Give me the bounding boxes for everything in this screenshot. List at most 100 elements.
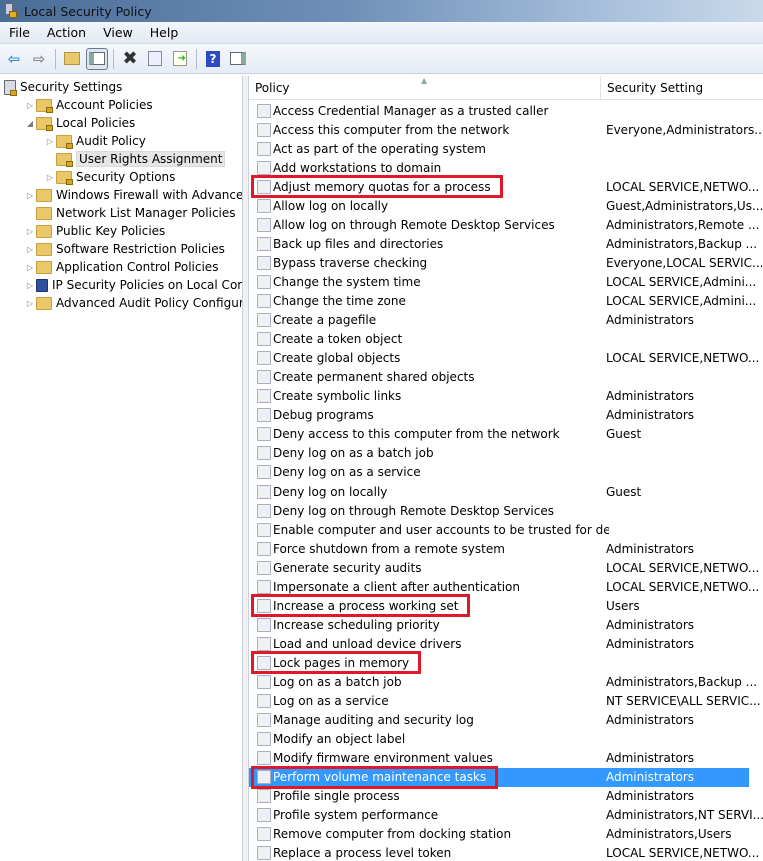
- policy-row[interactable]: Profile system performance Administrators…: [249, 806, 763, 825]
- tree-item[interactable]: ▷ Account Policies: [24, 96, 153, 114]
- policy-row[interactable]: Back up files and directories Administrat…: [249, 234, 757, 253]
- column-header-policy[interactable]: Policy ▲: [249, 76, 601, 100]
- policy-icon: [257, 713, 271, 728]
- policy-row[interactable]: Bypass traverse checking Everyone,LOCAL S…: [249, 253, 763, 272]
- policy-row[interactable]: Create permanent shared objects: [249, 368, 749, 387]
- policy-row[interactable]: Deny log on locally Guest: [249, 482, 749, 501]
- expand-arrow-icon[interactable]: ▷: [24, 299, 36, 308]
- tree-item[interactable]: Network List Manager Policies: [24, 204, 236, 222]
- policy-row[interactable]: Remove computer from docking station Admi…: [249, 825, 749, 844]
- expand-arrow-icon[interactable]: ▷: [24, 263, 36, 272]
- policy-row[interactable]: Change the time zone LOCAL SERVICE,Admini…: [249, 292, 756, 311]
- expand-arrow-icon[interactable]: ◢: [24, 119, 36, 128]
- policy-row[interactable]: Force shutdown from a remote system Admin…: [249, 539, 749, 558]
- folder-icon: [36, 260, 52, 274]
- policy-row[interactable]: Add workstations to domain: [249, 158, 749, 177]
- policy-row[interactable]: Create global objects LOCAL SERVICE,NETWO…: [249, 349, 759, 368]
- expand-arrow-icon[interactable]: ▷: [24, 191, 36, 200]
- security-setting: Guest: [606, 427, 642, 442]
- expand-arrow-icon[interactable]: ▷: [24, 227, 36, 236]
- policy-name: Bypass traverse checking: [273, 255, 428, 270]
- policy-row[interactable]: Allow log on through Remote Desktop Serv…: [249, 215, 759, 234]
- tree-item[interactable]: ▷ Windows Firewall with Advanced Secu: [24, 186, 242, 204]
- policy-name: Allow log on locally: [273, 198, 389, 213]
- policy-row[interactable]: Deny log on through Remote Desktop Servi…: [249, 501, 749, 520]
- tree-item[interactable]: ▷ Advanced Audit Policy Configuration: [24, 294, 242, 312]
- policy-row[interactable]: Modify firmware environment values Admini…: [249, 749, 749, 768]
- tree-item[interactable]: Security Settings: [4, 78, 122, 96]
- policy-row[interactable]: Log on as a batch job Administrators,Back…: [249, 673, 757, 692]
- tree-item[interactable]: ▷ Application Control Policies: [24, 258, 219, 276]
- policy-row[interactable]: Generate security audits LOCAL SERVICE,NE…: [249, 558, 759, 577]
- up-folder-icon[interactable]: [61, 48, 83, 70]
- policy-name: Add workstations to domain: [273, 160, 442, 175]
- policy-row[interactable]: Allow log on locally Guest,Administrators…: [249, 196, 763, 215]
- tree-item[interactable]: ▷ IP Security Policies on Local Compute: [24, 276, 242, 294]
- forward-icon[interactable]: ⇨: [28, 48, 50, 70]
- security-setting: Guest: [606, 484, 642, 499]
- policy-row[interactable]: Profile single process Administrators: [249, 787, 749, 806]
- expand-arrow-icon[interactable]: ▷: [44, 137, 56, 146]
- policy-icon: [257, 808, 271, 823]
- policy-icon: [257, 351, 271, 366]
- policy-row[interactable]: Access this computer from the network Eve…: [249, 120, 763, 139]
- tree-item[interactable]: User Rights Assignment: [44, 150, 226, 168]
- expand-arrow-icon[interactable]: ▷: [24, 281, 36, 290]
- menu-help[interactable]: Help: [141, 25, 187, 40]
- column-header-security-setting[interactable]: Security Setting: [601, 76, 763, 100]
- policy-row[interactable]: Increase a process working set Users: [249, 596, 749, 615]
- policy-row[interactable]: Modify an object label: [249, 730, 749, 749]
- folder-lock-icon: [56, 134, 73, 149]
- delete-icon[interactable]: ✖: [119, 48, 141, 70]
- help-icon[interactable]: ?: [202, 48, 224, 70]
- policy-row[interactable]: Deny log on as a batch job: [249, 444, 749, 463]
- policy-icon: [257, 732, 271, 747]
- tree-item[interactable]: ▷ Software Restriction Policies: [24, 240, 225, 258]
- policy-row[interactable]: Create a pagefile Administrators: [249, 311, 749, 330]
- tree-item[interactable]: ◢ Local Policies: [24, 114, 135, 132]
- expand-arrow-icon[interactable]: ▷: [44, 173, 56, 182]
- policy-row[interactable]: Deny access to this computer from the ne…: [249, 425, 749, 444]
- back-icon[interactable]: ⇦: [3, 48, 25, 70]
- policy-name: Deny log on through Remote Desktop Servi…: [273, 503, 554, 518]
- expand-arrow-icon[interactable]: ▷: [24, 101, 36, 110]
- policy-name: Change the system time: [273, 274, 421, 289]
- policy-row[interactable]: Act as part of the operating system: [249, 139, 749, 158]
- policy-icon: [257, 294, 271, 308]
- policy-row[interactable]: Deny log on as a service: [249, 463, 749, 482]
- policy-row[interactable]: Log on as a service NT SERVICE\ALL SERVIC…: [249, 692, 761, 711]
- policy-icon: [257, 827, 271, 842]
- policy-row[interactable]: Lock pages in memory: [249, 653, 749, 672]
- policy-icon: [257, 446, 271, 461]
- policy-icon: [257, 846, 271, 861]
- policy-row[interactable]: Change the system time LOCAL SERVICE,Admi…: [249, 272, 756, 291]
- policy-row[interactable]: Access Credential Manager as a trusted c…: [249, 101, 749, 120]
- policy-row[interactable]: Impersonate a client after authenticatio…: [249, 577, 759, 596]
- tree-item[interactable]: ▷ Audit Policy: [44, 132, 146, 150]
- security-setting: Administrators: [606, 789, 695, 804]
- policy-row[interactable]: Perform volume maintenance tasks Administ…: [249, 767, 749, 787]
- tree-item[interactable]: ▷ Public Key Policies: [24, 222, 165, 240]
- show-hide-tree-icon[interactable]: [86, 47, 108, 70]
- menu-action[interactable]: Action: [38, 25, 94, 40]
- policy-row[interactable]: Debug programs Administrators: [249, 406, 749, 425]
- policy-row[interactable]: Adjust memory quotas for a process LOCAL …: [249, 177, 759, 196]
- export-list-icon[interactable]: ➜: [169, 48, 191, 70]
- policy-icon: [257, 598, 271, 613]
- policy-row[interactable]: Enable computer and user accounts to be …: [249, 520, 749, 539]
- toolbar: ⇦ ⇨ ✖ ➜ ?: [0, 44, 763, 74]
- properties-icon[interactable]: [144, 48, 166, 70]
- tree-item-label: Account Policies: [56, 98, 153, 112]
- policy-row[interactable]: Manage auditing and security log Administ…: [249, 711, 749, 730]
- menu-view[interactable]: View: [94, 25, 141, 40]
- policy-name: Access Credential Manager as a trusted c…: [273, 103, 549, 118]
- menu-file[interactable]: File: [0, 25, 38, 40]
- policy-row[interactable]: Create symbolic links Administrators: [249, 387, 749, 406]
- policy-row[interactable]: Load and unload device drivers Administra…: [249, 634, 749, 653]
- policy-row[interactable]: Replace a process level token LOCAL SERVI…: [249, 844, 759, 861]
- policy-row[interactable]: Increase scheduling priority Administrato…: [249, 615, 749, 634]
- show-action-pane-icon[interactable]: [227, 48, 249, 70]
- policy-row[interactable]: Create a token object: [249, 330, 749, 349]
- expand-arrow-icon[interactable]: ▷: [24, 245, 36, 254]
- tree-item[interactable]: ▷ Security Options: [44, 168, 175, 186]
